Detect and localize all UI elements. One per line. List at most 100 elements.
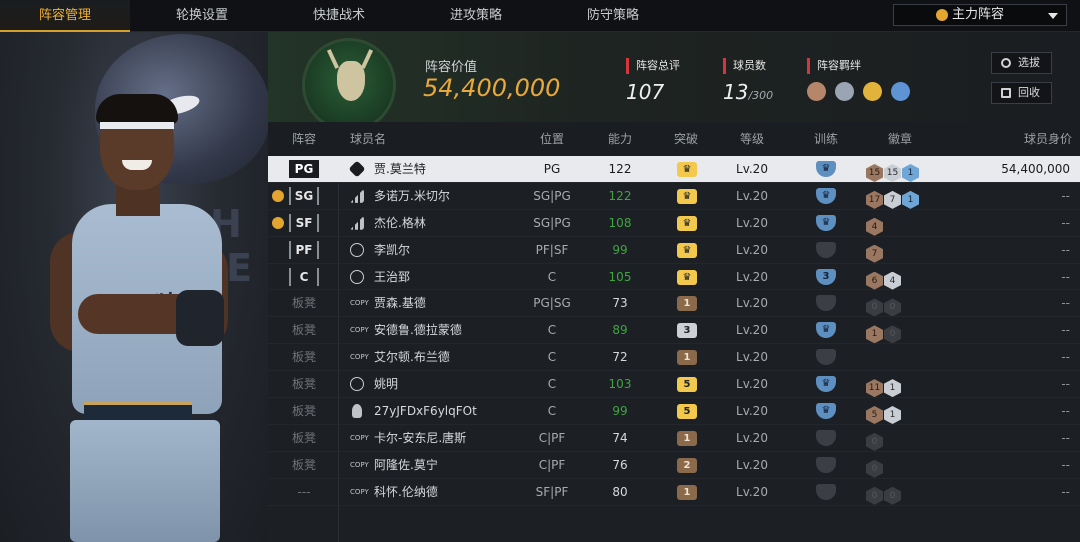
- badge-icon[interactable]: 4: [866, 217, 883, 236]
- player-name[interactable]: 安德鲁.德拉蒙德: [374, 317, 462, 343]
- training-icon[interactable]: ♛: [816, 403, 836, 420]
- lineup-slot[interactable]: 板凳: [288, 290, 320, 316]
- badge-icon[interactable]: 1: [884, 379, 901, 398]
- breakthrough-icon[interactable]: 1: [677, 430, 697, 446]
- breakthrough-icon[interactable]: 1: [677, 484, 697, 500]
- col-ability[interactable]: 能力: [598, 122, 642, 156]
- table-row[interactable]: 板凳 COPY 贾森.基德 PG|SG 73 1 Lv.20 00 --: [268, 290, 1080, 318]
- col-position[interactable]: 位置: [524, 122, 580, 156]
- breakthrough-icon[interactable]: ♛: [677, 269, 697, 285]
- lineup-slot[interactable]: 板凳: [288, 398, 320, 424]
- breakthrough-icon[interactable]: 1: [677, 296, 697, 312]
- table-row[interactable]: 板凳 姚明 C 103 5 Lv.20 ♛ 11 1 --: [268, 371, 1080, 399]
- badge-icon[interactable]: 0: [884, 325, 901, 344]
- table-row[interactable]: PG 贾.莫兰特 PG 122 ♛ Lv.20 ♛ 15 15 1 54,400,0…: [268, 156, 1080, 183]
- table-row[interactable]: 板凳 COPY 安德鲁.德拉蒙德 C 89 3 Lv.20 ♛ 10 --: [268, 317, 1080, 345]
- breakthrough-icon[interactable]: 1: [677, 350, 697, 366]
- badge-icon[interactable]: 0: [884, 486, 901, 505]
- training-icon[interactable]: ♛: [816, 187, 836, 204]
- table-row[interactable]: 板凳 27yJFDxF6ylqFOt C 99 5 Lv.20 ♛ 51 --: [268, 398, 1080, 425]
- badge-icon[interactable]: 1: [884, 406, 901, 425]
- col-training[interactable]: 训练: [804, 122, 848, 156]
- breakthrough-icon[interactable]: ♛: [677, 215, 697, 231]
- col-breakthrough[interactable]: 突破: [664, 122, 708, 156]
- training-icon[interactable]: [816, 241, 836, 258]
- training-icon[interactable]: [816, 295, 836, 312]
- training-icon[interactable]: [816, 483, 836, 500]
- player-name[interactable]: 艾尔顿.布兰德: [374, 344, 450, 370]
- col-name[interactable]: 球员名: [350, 122, 390, 156]
- player-name[interactable]: 27yJFDxF6ylqFOt: [374, 398, 477, 424]
- badge-icon[interactable]: 17: [866, 190, 883, 209]
- badge-icon[interactable]: 0: [866, 298, 883, 317]
- tab-defense-strategy[interactable]: 防守策略: [548, 0, 678, 32]
- table-row[interactable]: --- COPY 科怀.伦纳德 SF|PF 80 1 Lv.20 00 --: [268, 479, 1080, 506]
- training-icon[interactable]: ♛: [816, 161, 836, 177]
- col-badges[interactable]: 徽章: [878, 122, 922, 156]
- badge-icon[interactable]: 7: [884, 190, 901, 209]
- tab-offense-strategy[interactable]: 进攻策略: [411, 0, 541, 32]
- bond-icon[interactable]: [863, 82, 883, 101]
- training-icon[interactable]: [816, 429, 836, 446]
- badge-icon[interactable]: 6: [866, 271, 883, 290]
- player-name[interactable]: 卡尔-安东尼.唐斯: [374, 425, 466, 451]
- lineup-slot[interactable]: 板凳: [288, 344, 320, 370]
- breakthrough-icon[interactable]: 5: [677, 377, 697, 393]
- lineup-slot[interactable]: ---: [288, 479, 320, 505]
- table-row[interactable]: 板凳 COPY 卡尔-安东尼.唐斯 C|PF 74 1 Lv.20 0 --: [268, 425, 1080, 452]
- breakthrough-icon[interactable]: ♛: [677, 162, 697, 177]
- tab-quick-tactics[interactable]: 快捷战术: [274, 0, 404, 32]
- bond-icon[interactable]: [807, 82, 826, 101]
- badge-icon[interactable]: 0: [884, 298, 901, 317]
- player-name[interactable]: 多诺万.米切尔: [374, 183, 450, 209]
- table-row[interactable]: SG 多诺万.米切尔 SG|PG 122 ♛ Lv.20 ♛ 17 7 1 --: [268, 183, 1080, 210]
- breakthrough-icon[interactable]: ♛: [677, 188, 697, 204]
- player-name[interactable]: 李凯尔: [374, 237, 410, 263]
- breakthrough-icon[interactable]: 3: [677, 323, 697, 339]
- tab-rotation-settings[interactable]: 轮换设置: [137, 0, 267, 32]
- bond-icon[interactable]: [835, 82, 855, 101]
- table-row[interactable]: 板凳 COPY 艾尔顿.布兰德 C 72 1 Lv.20 --: [268, 344, 1080, 372]
- table-row[interactable]: C 王治郅 C 105 ♛ Lv.20 3 64 --: [268, 264, 1080, 291]
- training-icon[interactable]: [816, 349, 836, 366]
- lineup-slot[interactable]: 板凳: [288, 452, 320, 478]
- breakthrough-icon[interactable]: 5: [677, 404, 697, 420]
- player-name[interactable]: 姚明: [374, 371, 398, 397]
- table-row[interactable]: 板凳 COPY 阿隆佐.莫宁 C|PF 76 2 Lv.20 0 --: [268, 452, 1080, 479]
- lineup-dropdown[interactable]: 主力阵容: [893, 4, 1067, 26]
- lineup-slot[interactable]: 板凳: [288, 371, 320, 397]
- breakthrough-icon[interactable]: 2: [677, 457, 697, 473]
- player-name[interactable]: 科怀.伦纳德: [374, 479, 438, 505]
- recycle-button[interactable]: 回收: [991, 82, 1052, 104]
- col-level[interactable]: 等级: [730, 122, 774, 156]
- player-name[interactable]: 贾森.基德: [374, 290, 426, 316]
- player-name[interactable]: 王治郅: [374, 264, 410, 290]
- breakthrough-icon[interactable]: ♛: [677, 242, 697, 258]
- training-icon[interactable]: 3: [816, 268, 836, 285]
- badge-icon[interactable]: 1: [902, 164, 919, 182]
- badge-icon[interactable]: 0: [866, 486, 883, 505]
- badge-icon[interactable]: 0: [866, 432, 883, 451]
- lineup-slot[interactable]: PG: [288, 156, 320, 182]
- training-icon[interactable]: [816, 456, 836, 473]
- tab-lineup-management[interactable]: 阵容管理: [0, 0, 130, 32]
- player-name[interactable]: 贾.莫兰特: [374, 156, 426, 182]
- lineup-slot[interactable]: 板凳: [288, 425, 320, 451]
- badge-icon[interactable]: 15: [884, 164, 901, 182]
- badge-icon[interactable]: 5: [866, 406, 883, 425]
- training-icon[interactable]: ♛: [816, 376, 836, 393]
- table-row[interactable]: PF 李凯尔 PF|SF 99 ♛ Lv.20 7 --: [268, 237, 1080, 264]
- badge-icon[interactable]: 1: [902, 190, 919, 209]
- table-row[interactable]: SF 杰伦.格林 SG|PG 108 ♛ Lv.20 ♛ 4 --: [268, 210, 1080, 237]
- bond-icon[interactable]: [891, 82, 911, 101]
- badge-icon[interactable]: 11: [866, 379, 883, 398]
- lineup-slot[interactable]: 板凳: [288, 317, 320, 343]
- training-icon[interactable]: ♛: [816, 214, 836, 231]
- col-lineup[interactable]: 阵容: [268, 122, 340, 156]
- player-name[interactable]: 杰伦.格林: [374, 210, 426, 236]
- badge-icon[interactable]: 1: [866, 325, 883, 344]
- training-icon[interactable]: ♛: [816, 322, 836, 339]
- badge-icon[interactable]: 15: [866, 164, 883, 182]
- badge-icon[interactable]: 0: [866, 459, 883, 478]
- lineup-slot[interactable]: C: [288, 264, 320, 290]
